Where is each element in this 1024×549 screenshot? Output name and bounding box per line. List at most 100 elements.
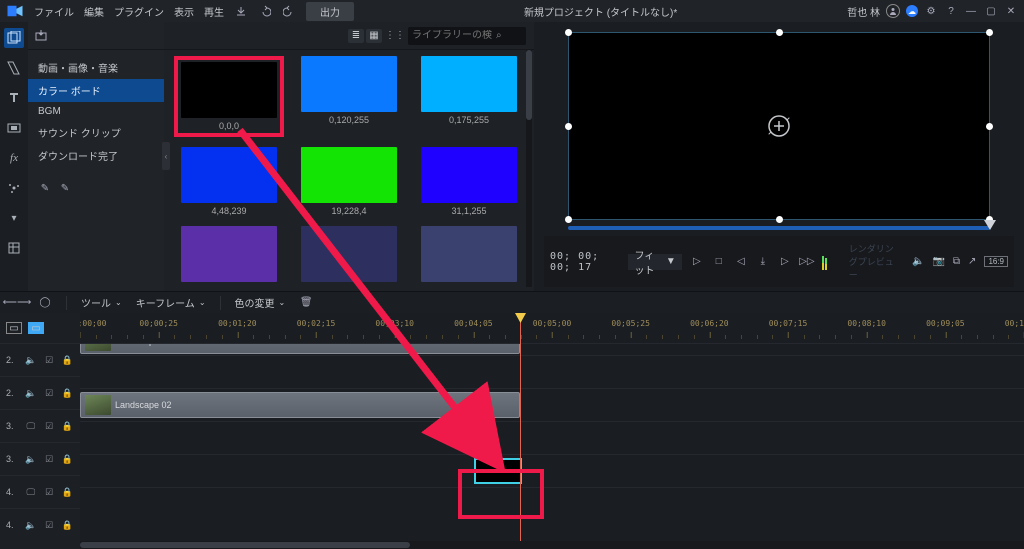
cut-icon[interactable]: ⟵⟶ <box>10 296 24 310</box>
resize-handle[interactable] <box>565 123 572 130</box>
import-media-icon[interactable] <box>34 29 48 43</box>
track-row[interactable] <box>80 421 1024 454</box>
view-toggle[interactable]: ≣ ▦ <box>348 29 382 43</box>
sort-icon[interactable]: ⋮⋮ <box>388 29 402 43</box>
seek-end-marker[interactable] <box>984 220 996 234</box>
lock-icon[interactable]: 🔒 <box>61 452 74 466</box>
menu-view[interactable]: 表示 <box>174 4 194 19</box>
popout-icon[interactable]: ↗ <box>968 255 976 269</box>
markers-icon[interactable]: ◯ <box>38 296 52 310</box>
category-downloaded[interactable]: ダウンロード完了 <box>28 144 164 167</box>
resize-handle[interactable] <box>776 216 783 223</box>
swatch-1[interactable]: 0,120,255 <box>294 56 404 137</box>
category-bgm[interactable]: BGM <box>28 102 164 121</box>
ffwd-icon[interactable]: ▷▷ <box>800 255 814 269</box>
swatch-6[interactable] <box>174 226 284 285</box>
export-button[interactable]: 出力 <box>306 2 354 21</box>
help-icon[interactable]: ? <box>944 4 958 18</box>
rail-brush-icon[interactable]: ▾ <box>4 208 24 228</box>
lock-icon[interactable]: 🔒 <box>61 419 74 433</box>
track-layer-b-icon[interactable]: ▭ <box>28 322 44 334</box>
prev-frame-icon[interactable]: ◁ <box>734 255 748 269</box>
zoom-fit-select[interactable]: フィット▼ <box>628 254 681 270</box>
rail-media-icon[interactable] <box>4 28 24 48</box>
user-avatar-icon[interactable] <box>886 4 900 18</box>
rail-fx-icon[interactable]: fx <box>4 148 24 168</box>
swatch-2[interactable]: 0,175,255 <box>414 56 524 137</box>
eye-icon[interactable]: ☑ <box>43 386 56 400</box>
pen2-icon[interactable]: ✎ <box>58 181 72 195</box>
cloud-icon[interactable]: ☁ <box>906 5 918 17</box>
rail-transition-icon[interactable] <box>4 58 24 78</box>
clip-landscape02[interactable]: Landscape 02 <box>80 392 520 418</box>
rail-overlay-icon[interactable] <box>4 118 24 138</box>
resize-handle[interactable] <box>565 29 572 36</box>
track-head[interactable]: 3. 🔈 ☑ 🔒 <box>0 442 80 475</box>
menu-edit[interactable]: 編集 <box>84 4 104 19</box>
lock-icon[interactable]: 🔒 <box>61 353 74 367</box>
rail-title-icon[interactable] <box>4 88 24 108</box>
panel-collapse-handle[interactable]: ‹ <box>162 142 170 170</box>
swatch-0[interactable]: 0,0,0 <box>174 56 284 137</box>
next-frame-icon[interactable]: ▷ <box>778 255 792 269</box>
preview-viewport[interactable] <box>568 32 990 220</box>
eye-icon[interactable]: ☑ <box>43 485 56 499</box>
snapshot-icon[interactable]: ⤓ <box>756 255 770 269</box>
eye-icon[interactable]: ☑ <box>43 419 56 433</box>
volume-icon[interactable]: 🔈 <box>912 255 924 269</box>
redo-icon[interactable] <box>282 4 296 18</box>
play-icon[interactable]: ▷ <box>690 255 704 269</box>
track-row[interactable] <box>80 454 1024 487</box>
resize-handle[interactable] <box>986 123 993 130</box>
menu-plugin[interactable]: プラグイン <box>114 4 164 19</box>
track-layer-a-icon[interactable]: ▭ <box>6 322 22 334</box>
monitor-icon[interactable]: 🖵 <box>24 485 37 499</box>
swatch-7[interactable] <box>294 226 404 285</box>
track-row[interactable]: Landscape 02 <box>80 388 1024 421</box>
track-row[interactable] <box>80 355 1024 388</box>
track-row[interactable] <box>80 487 1024 520</box>
swatch-5[interactable]: 31,1,255 <box>414 147 524 216</box>
mute-icon[interactable]: 🔈 <box>24 518 37 532</box>
track-head[interactable]: 2. 🔈 ☑ 🔒 <box>0 343 80 376</box>
lock-icon[interactable]: 🔒 <box>61 386 74 400</box>
resize-handle[interactable] <box>565 216 572 223</box>
close-icon[interactable]: ✕ <box>1004 4 1018 18</box>
mute-icon[interactable]: 🔈 <box>24 386 37 400</box>
eye-icon[interactable]: ☑ <box>43 353 56 367</box>
library-search[interactable]: ⌕ <box>408 27 526 45</box>
swatch-3[interactable]: 4,48,239 <box>174 147 284 216</box>
lock-icon[interactable]: 🔒 <box>61 518 74 532</box>
tool-dropdown[interactable]: ツール⌄ <box>81 295 122 310</box>
preview-seekbar[interactable] <box>568 226 990 230</box>
add-media-icon[interactable] <box>765 112 793 140</box>
monitor-icon[interactable]: 🖵 <box>24 419 37 433</box>
category-media[interactable]: 動画・画像・音楽 <box>28 56 164 79</box>
minimize-icon[interactable]: — <box>964 4 978 18</box>
detach-icon[interactable]: ⧉ <box>953 255 960 269</box>
track-head[interactable]: 3. 🖵 ☑ 🔒 <box>0 409 80 442</box>
stop-icon[interactable]: □ <box>712 255 726 269</box>
search-input[interactable] <box>412 30 492 41</box>
timeline-horizontal-scrollbar[interactable] <box>80 541 1024 549</box>
resize-handle[interactable] <box>986 29 993 36</box>
lock-icon[interactable]: 🔒 <box>61 485 74 499</box>
eye-icon[interactable]: ☑ <box>43 518 56 532</box>
pen-icon[interactable]: ✎ <box>38 181 52 195</box>
menu-play[interactable]: 再生 <box>204 4 224 19</box>
track-head[interactable]: 2. 🔈 ☑ 🔒 <box>0 376 80 409</box>
camera-icon[interactable]: 📷 <box>932 255 944 269</box>
time-ruler[interactable]: 00;00;00;0000;00;2500;01;2000;02;1500;03… <box>80 313 1024 343</box>
search-icon[interactable]: ⌕ <box>496 30 502 41</box>
aspect-ratio-label[interactable]: 16:9 <box>984 256 1008 267</box>
menu-file[interactable]: ファイル <box>34 4 74 19</box>
resize-handle[interactable] <box>776 29 783 36</box>
category-colorboard[interactable]: カラー ボード <box>28 79 164 102</box>
library-scrollbar[interactable] <box>526 50 532 287</box>
swatch-8[interactable] <box>414 226 524 285</box>
category-soundclip[interactable]: サウンド クリップ <box>28 121 164 144</box>
render-preview-button[interactable]: レンダリングプレビュー <box>843 240 904 283</box>
rail-particle-icon[interactable] <box>4 178 24 198</box>
settings-icon[interactable]: ⚙ <box>924 4 938 18</box>
eye-icon[interactable]: ☑ <box>43 452 56 466</box>
